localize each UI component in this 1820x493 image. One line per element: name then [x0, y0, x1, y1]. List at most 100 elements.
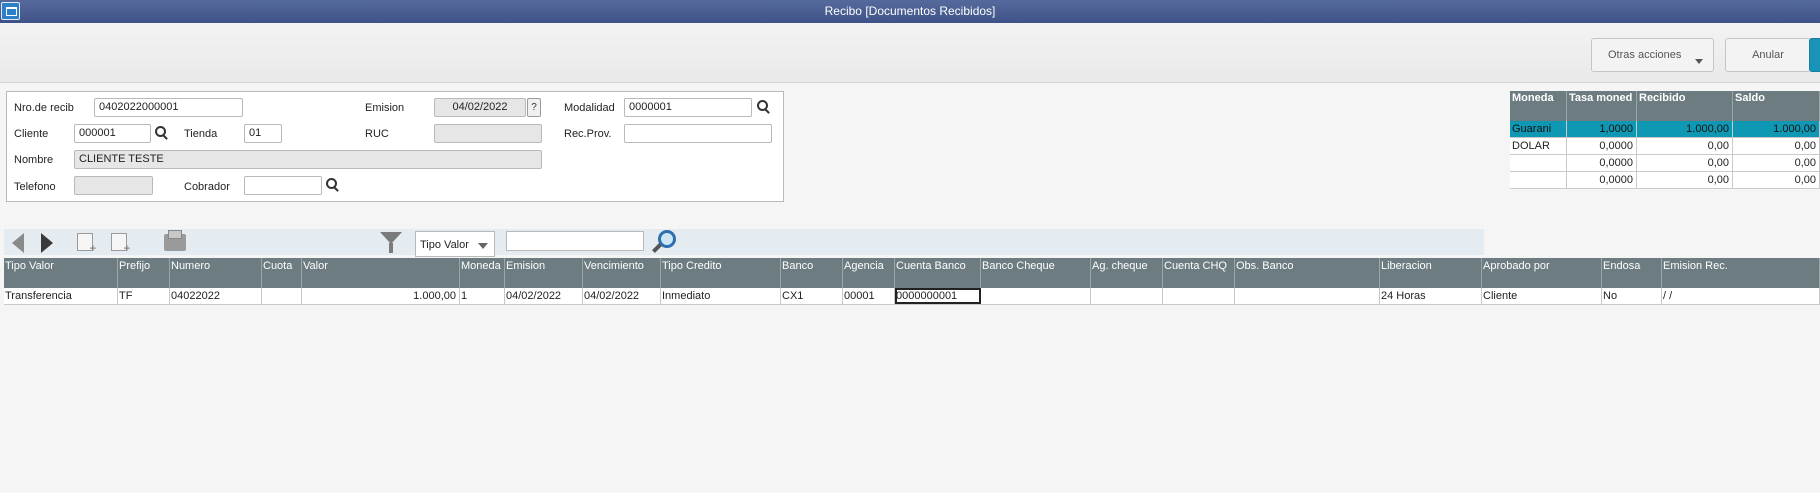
column-header[interactable]: Endosa — [1602, 258, 1662, 288]
window-title: Recibo [Documentos Recibidos] — [824, 4, 996, 18]
grid-cell[interactable]: 24 Horas — [1380, 288, 1482, 304]
cobrador-label: Cobrador — [184, 181, 230, 193]
grid-cell[interactable]: 04/02/2022 — [505, 288, 583, 304]
print-icon[interactable] — [164, 230, 186, 251]
grid-cell[interactable]: TF — [118, 288, 170, 304]
currency-cell — [1510, 155, 1567, 172]
cobrador-search-icon[interactable] — [326, 178, 340, 192]
column-header[interactable]: Emision — [505, 258, 583, 288]
grid-cell[interactable]: CX1 — [781, 288, 843, 304]
column-header[interactable]: Prefijo — [118, 258, 170, 288]
nombre-label: Nombre — [14, 154, 54, 166]
telefono-field[interactable] — [74, 176, 153, 195]
modalidad-search-icon[interactable] — [757, 100, 771, 114]
modalidad-field[interactable]: 0000001 — [624, 98, 752, 117]
received-cell: 0,00 — [1637, 155, 1733, 172]
filter-field-value: Tipo Valor — [420, 239, 469, 251]
currency-cell: DOLAR — [1510, 138, 1567, 155]
column-header[interactable]: Cuenta CHQ — [1163, 258, 1235, 288]
grid-search-input[interactable] — [506, 231, 644, 251]
column-header[interactable]: Ag. cheque — [1091, 258, 1163, 288]
column-header: Recibido — [1637, 91, 1733, 121]
table-row[interactable]: Transferencia TF 04022022 1.000,00 1 04/… — [4, 288, 1820, 305]
grid-cell[interactable]: Inmediato — [661, 288, 781, 304]
nro-recib-label: Nro.de recib — [14, 102, 74, 114]
grid-cell[interactable] — [262, 288, 302, 304]
grid-cell[interactable]: Transferencia — [4, 288, 118, 304]
currency-cell — [1510, 172, 1567, 189]
column-header[interactable]: Liberacion — [1380, 258, 1482, 288]
nombre-field[interactable]: CLIENTE TESTE — [74, 150, 542, 169]
focused-grid-cell[interactable]: 0000000001 — [895, 288, 981, 304]
grid-cell[interactable]: No — [1602, 288, 1662, 304]
currency-row[interactable]: Guarani 1,0000 1.000,00 1.000,00 — [1510, 121, 1820, 138]
rate-cell: 0,0000 — [1567, 138, 1637, 155]
add-document-icon[interactable] — [77, 233, 96, 255]
grid-toolbar: Tipo Valor — [4, 229, 1484, 257]
grid-cell[interactable] — [981, 288, 1091, 304]
copy-document-icon[interactable] — [111, 233, 130, 255]
received-cell: 0,00 — [1637, 172, 1733, 189]
column-header[interactable]: Agencia — [843, 258, 895, 288]
grid-cell[interactable]: 04/02/2022 — [583, 288, 661, 304]
column-header[interactable]: Vencimiento — [583, 258, 661, 288]
confirm-button[interactable] — [1809, 38, 1820, 72]
payment-values-grid: Tipo Valor Prefijo Numero Cuota Valor Mo… — [4, 258, 1820, 493]
receipt-header-form: Nro.de recib 0402022000001 Emision 04/02… — [6, 91, 784, 202]
ruc-field[interactable] — [434, 124, 542, 143]
emision-field[interactable]: 04/02/2022 — [434, 98, 526, 117]
grid-cell[interactable] — [1091, 288, 1163, 304]
grid-cell[interactable]: / / — [1662, 288, 1820, 304]
cliente-field[interactable]: 000001 — [74, 124, 151, 143]
grid-cell[interactable] — [1163, 288, 1235, 304]
more-actions-label: Otras acciones — [1608, 49, 1682, 61]
column-header[interactable]: Aprobado por — [1482, 258, 1602, 288]
filter-field-select[interactable]: Tipo Valor — [415, 231, 495, 257]
currency-table-header: Moneda Tasa moned Recibido Saldo — [1510, 91, 1820, 121]
emision-label: Emision — [365, 102, 405, 114]
currency-row[interactable]: 0,0000 0,00 0,00 — [1510, 172, 1820, 189]
column-header[interactable]: Banco Cheque — [981, 258, 1091, 288]
currency-row[interactable]: DOLAR 0,0000 0,00 0,00 — [1510, 138, 1820, 155]
search-icon[interactable] — [652, 230, 676, 254]
cobrador-field[interactable] — [244, 176, 322, 195]
previous-arrow-icon[interactable] — [12, 233, 24, 253]
rate-cell: 1,0000 — [1567, 121, 1637, 138]
column-header[interactable]: Valor — [302, 258, 460, 288]
chevron-down-icon — [478, 243, 488, 249]
grid-cell[interactable]: Cliente — [1482, 288, 1602, 304]
column-header[interactable]: Cuota — [262, 258, 302, 288]
column-header[interactable]: Tipo Credito — [661, 258, 781, 288]
column-header: Tasa moned — [1567, 91, 1637, 121]
column-header[interactable]: Moneda — [460, 258, 505, 288]
tienda-label: Tienda — [184, 128, 218, 140]
column-header[interactable]: Obs. Banco — [1235, 258, 1380, 288]
grid-cell[interactable]: 1.000,00 — [302, 288, 460, 304]
currency-cell: Guarani — [1510, 121, 1567, 138]
rec-prov-field[interactable] — [624, 124, 772, 143]
grid-cell[interactable]: 00001 — [843, 288, 895, 304]
grid-cell[interactable]: 1 — [460, 288, 505, 304]
window-icon[interactable] — [1, 2, 20, 20]
nro-recib-field[interactable]: 0402022000001 — [94, 98, 243, 117]
rec-prov-label: Rec.Prov. — [564, 128, 612, 140]
emision-help-button[interactable]: ? — [527, 98, 541, 117]
chevron-down-icon — [1695, 59, 1703, 64]
filter-icon[interactable] — [380, 232, 402, 253]
currency-row[interactable]: 0,0000 0,00 0,00 — [1510, 155, 1820, 172]
column-header[interactable]: Tipo Valor — [4, 258, 118, 288]
tienda-field[interactable]: 01 — [244, 124, 282, 143]
more-actions-button[interactable]: Otras acciones — [1591, 38, 1714, 72]
cliente-search-icon[interactable] — [155, 126, 169, 140]
column-header[interactable]: Cuenta Banco — [895, 258, 981, 288]
grid-cell[interactable]: 04022022 — [170, 288, 262, 304]
column-header[interactable]: Emision Rec. — [1662, 258, 1820, 288]
rate-cell: 0,0000 — [1567, 172, 1637, 189]
column-header[interactable]: Banco — [781, 258, 843, 288]
column-header[interactable]: Numero — [170, 258, 262, 288]
balance-cell: 0,00 — [1733, 155, 1820, 172]
column-header: Moneda — [1510, 91, 1567, 121]
next-arrow-icon[interactable] — [41, 233, 53, 253]
cancel-button[interactable]: Anular — [1725, 38, 1811, 72]
grid-cell[interactable] — [1235, 288, 1380, 304]
